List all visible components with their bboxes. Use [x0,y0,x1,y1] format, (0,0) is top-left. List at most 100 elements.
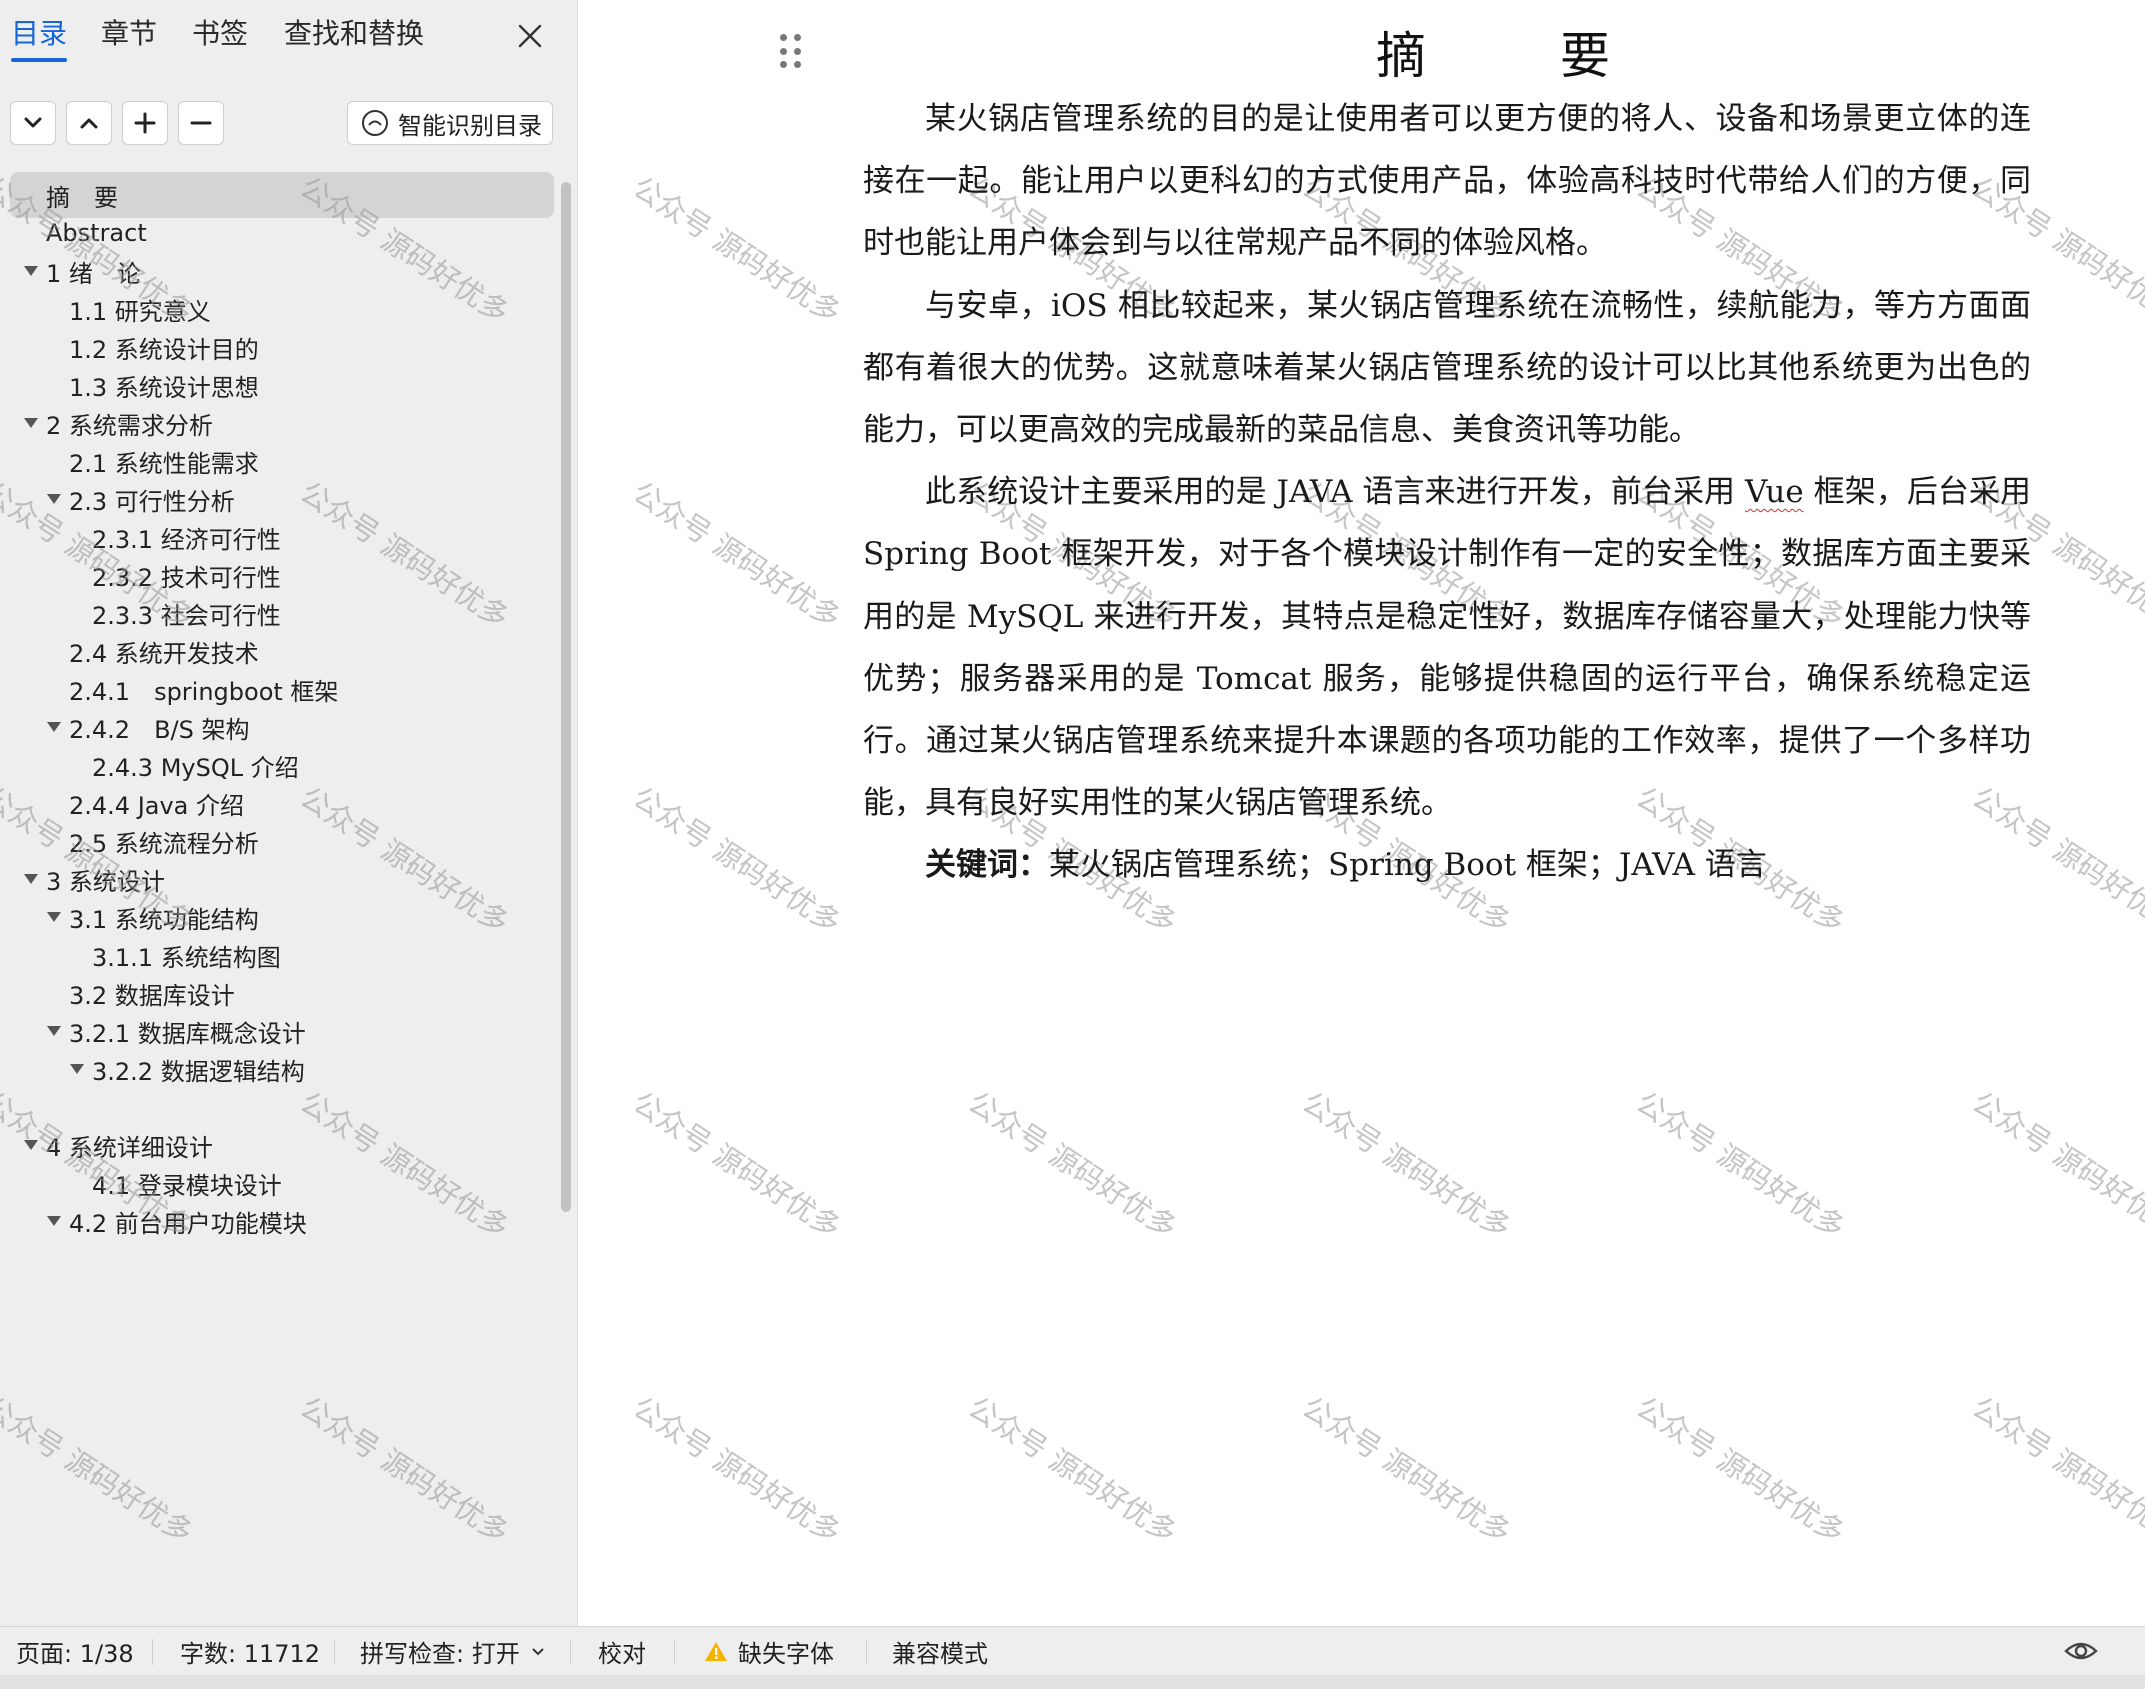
watermark-text: 公众号 源码好优多 [1966,1085,2145,1245]
watermark-text: 公众号 源码好优多 [636,1390,848,1550]
watermark-text: 公众号 源码好优多 [636,475,848,635]
toc-item-label: 2.3.3 社会可行性 [92,601,281,630]
toc-item-label: 4.1 登录模块设计 [92,1171,282,1200]
watermark-text: 公众号 源码好优多 [0,1390,200,1550]
status-divider [674,1639,675,1665]
tab-toc[interactable]: 目录 [11,14,68,62]
watermark-text: 公众号 源码好优多 [962,1390,1184,1550]
watermark-text: 公众号 源码好优多 [1630,1085,1852,1245]
document-canvas[interactable]: 公众号 源码好优多 公众号 源码好优多 公众号 源码好优多 公众号 源码好优多 公众号 … [636,0,2145,1626]
toc-item-label: 1 绪 论 [46,259,141,288]
toc-item-label: 1.2 系统设计目的 [69,335,259,364]
eye-icon [2064,1642,2098,1660]
nav-tabs: 目录 章节 书签 查找和替换 [0,0,577,80]
watermark-text: 公众号 源码好优多 [962,1085,1184,1245]
missing-font-button[interactable]: 缺失字体 [704,1627,834,1675]
toc-item[interactable]: 3.2.2 数据逻辑结构 [10,1046,554,1092]
tab-bookmarks[interactable]: 书签 [192,14,248,54]
toc-item-label: 2.5 系统流程分析 [69,829,259,858]
status-divider [152,1639,153,1665]
toc-item-label: 2.4.2 B/S 架构 [69,715,250,744]
spellcheck-label: 拼写检查: 打开 [360,1639,520,1668]
toc-item[interactable]: 4.2 前台用户功能模块 [10,1198,554,1244]
minus-icon [190,121,212,125]
navigation-pane: 目录 章节 书签 查找和替换 智能识别目录 摘 要 Abstract 1 绪 论… [0,0,578,1626]
compat-mode-label: 兼容模式 [892,1639,988,1668]
drag-handle-icon[interactable] [780,34,804,70]
paragraph-3-text-b: 框架，后台采用 Spring Boot 框架开发，对于各个模块设计制作有一定的安… [863,474,2031,822]
status-bar: 页面: 1/38 字数: 11712 拼写检查: 打开 校对 缺失字体 兼容模式 [0,1626,2145,1689]
watermark-text: 公众号 源码好优多 [294,1390,516,1550]
word-processor-window: 目录 章节 书签 查找和替换 智能识别目录 摘 要 Abstract 1 绪 论… [0,0,2145,1689]
expand-caret-icon[interactable] [24,418,38,428]
expand-caret-icon[interactable] [70,1064,84,1074]
spellcheck-toggle[interactable]: 拼写检查: 打开 [360,1627,546,1675]
paragraph-3-text-a: 此系统设计主要采用的是 JAVA 语言来进行开发，前台采用 [925,474,1746,511]
smart-recognize-toc-button[interactable]: 智能识别目录 [347,101,553,145]
toc-item-label: 4 系统详细设计 [46,1133,213,1162]
page-indicator[interactable]: 页面: 1/38 [16,1627,134,1675]
expand-caret-icon[interactable] [47,1216,61,1226]
expand-caret-icon[interactable] [24,1140,38,1150]
toc-item-label: 摘 要 [46,183,118,212]
spellcheck-flagged-word[interactable]: Vue [1745,474,1804,510]
close-icon [518,24,542,48]
toc-item-label: Abstract [46,219,147,247]
page-title: 摘 要 [1376,27,1652,85]
word-count[interactable]: 字数: 11712 [180,1627,320,1675]
toc-item-label: 3.1 系统功能结构 [69,905,259,934]
toc-item-label: 2.3.1 经济可行性 [92,525,281,554]
move-down-button[interactable] [10,101,56,145]
watermark-text: 公众号 源码好优多 [636,780,848,940]
abstract-paragraph-3: 此系统设计主要采用的是 JAVA 语言来进行开发，前台采用 Vue 框架，后台采… [863,461,2031,834]
toc-scrollbar-thumb[interactable] [561,182,571,1212]
toc-item-label: 2.4.3 MySQL 介绍 [92,753,299,782]
toc-item-label: 2.4.4 Java 介绍 [69,791,245,820]
chevron-up-icon [80,118,98,129]
toc-item-label: 3.2.2 数据逻辑结构 [92,1057,305,1086]
tab-find-replace[interactable]: 查找和替换 [284,14,424,54]
abstract-paragraph-1: 某火锅店管理系统的目的是让使用者可以更方便的将人、设备和场景更立体的连接在一起。… [863,101,2031,262]
watermark-text: 公众号 源码好优多 [1630,1390,1852,1550]
remove-entry-button[interactable] [178,101,224,145]
expand-caret-icon[interactable] [47,494,61,504]
warning-icon [705,1642,727,1661]
toc-item-label: 1.1 研究意义 [69,297,211,326]
toc-item-label: 3.2.1 数据库概念设计 [69,1019,306,1048]
expand-caret-icon[interactable] [24,266,38,276]
watermark-text: 公众号 源码好优多 [1296,1085,1518,1245]
expand-caret-icon[interactable] [47,1026,61,1036]
abstract-paragraph-2: 与安卓，iOS 相比较起来，某火锅店管理系统在流畅性，续航能力，等方方面面都有着… [863,287,2031,449]
watermark-text: 公众号 源码好优多 [1966,1390,2145,1550]
keywords-paragraph: 关键词：某火锅店管理系统；Spring Boot 框架；JAVA 语言 [863,834,2031,896]
expand-caret-icon[interactable] [47,722,61,732]
expand-caret-icon[interactable] [47,912,61,922]
watermark-text: 公众号 源码好优多 [636,170,848,330]
toc-item-label: 3.1.1 系统结构图 [92,943,281,972]
toc-item-label: 3.2 数据库设计 [69,981,235,1010]
window-bottom-edge [0,1675,2145,1689]
proofread-button[interactable]: 校对 [598,1627,646,1675]
toc-item-label: 3 系统设计 [46,867,165,896]
keywords-text: 某火锅店管理系统；Spring Boot 框架；JAVA 语言 [1049,847,1767,884]
tab-chapters[interactable]: 章节 [101,14,157,54]
toc-item-label: 2.4.1 springboot 框架 [69,677,339,706]
toc-item-label: 2.1 系统性能需求 [69,449,259,478]
toc-item-label: 2.3.2 技术可行性 [92,563,281,592]
toc-item-label: 2.4 系统开发技术 [69,639,259,668]
toc-item-label: 2.3 可行性分析 [69,487,235,516]
smart-button-label: 智能识别目录 [398,111,542,140]
keywords-label: 关键词： [925,847,1049,884]
expand-caret-icon[interactable] [24,874,38,884]
missing-font-label: 缺失字体 [738,1639,834,1668]
status-divider [570,1639,571,1665]
add-entry-button[interactable] [122,101,168,145]
reading-mode-button[interactable] [2063,1635,2099,1667]
toc-item-label: 2 系统需求分析 [46,411,213,440]
close-pane-button[interactable] [512,18,548,54]
toc-item-label: 4.2 前台用户功能模块 [69,1209,307,1238]
move-up-button[interactable] [66,101,112,145]
document-body[interactable]: 某火锅店管理系统的目的是让使用者可以更方便的将人、设备和场景更立体的连接在一起。… [863,88,2031,897]
chevron-down-icon [532,1648,544,1656]
toc-toolbar: 智能识别目录 [0,96,577,152]
